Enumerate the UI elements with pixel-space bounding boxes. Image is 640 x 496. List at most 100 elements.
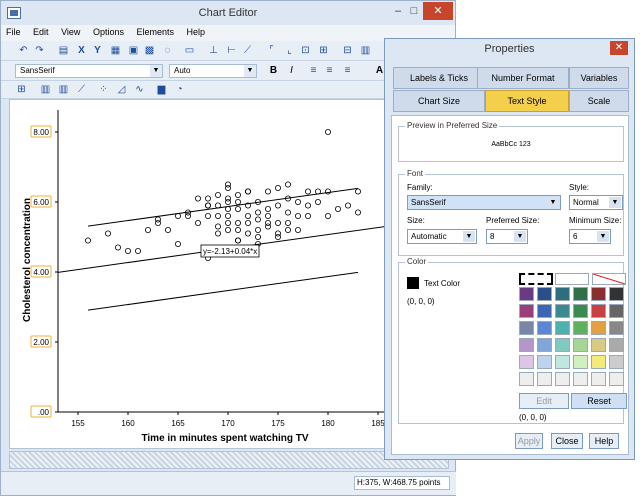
font-size-dropdown[interactable]: Auto ▼ bbox=[169, 64, 257, 78]
curve-icon[interactable]: ∿ bbox=[133, 83, 146, 96]
line-chart-icon[interactable]: ⟋ bbox=[75, 83, 88, 96]
tab-chart-size[interactable]: Chart Size bbox=[393, 90, 485, 112]
palette-swatch[interactable] bbox=[609, 355, 624, 369]
editor-close-icon[interactable]: ✕ bbox=[423, 2, 453, 20]
edit-color-button[interactable]: Edit bbox=[519, 393, 569, 409]
size-dropdown[interactable]: Automatic ▼ bbox=[407, 229, 477, 244]
palette-swatch[interactable] bbox=[519, 321, 534, 335]
palette-swatch[interactable] bbox=[537, 287, 552, 301]
italic-icon[interactable]: I bbox=[285, 64, 298, 77]
align-left-icon[interactable]: ≡ bbox=[307, 64, 320, 77]
reference-line-y-icon[interactable]: ⊢ bbox=[225, 44, 238, 57]
tab-labels-ticks[interactable]: Labels & Ticks bbox=[393, 67, 485, 89]
undo-icon[interactable]: ↶ bbox=[17, 44, 30, 57]
y-axis-icon[interactable]: Y bbox=[91, 44, 104, 57]
no-color-swatch[interactable] bbox=[519, 273, 553, 285]
table-icon[interactable]: ⊞ bbox=[15, 83, 28, 96]
palette-swatch[interactable] bbox=[609, 304, 624, 318]
palette-swatch[interactable] bbox=[537, 321, 552, 335]
data-label-icon[interactable]: ⊟ bbox=[341, 44, 354, 57]
grid-icon[interactable]: ▥ bbox=[359, 44, 372, 57]
editor-titlebar[interactable]: Chart Editor – □ ✕ bbox=[1, 1, 455, 25]
palette-swatch[interactable] bbox=[573, 372, 588, 386]
chart-canvas[interactable]: Cholesterol concentration Time in minute… bbox=[9, 99, 389, 449]
palette-swatch[interactable] bbox=[519, 355, 534, 369]
properties-icon[interactable]: ▤ bbox=[57, 44, 70, 57]
annotation-icon[interactable]: ⌜ bbox=[265, 44, 278, 57]
palette-swatch[interactable] bbox=[555, 372, 570, 386]
menu-view[interactable]: View bbox=[56, 25, 85, 37]
transparent-swatch[interactable] bbox=[592, 273, 626, 285]
palette-swatch[interactable] bbox=[573, 355, 588, 369]
palette-swatch[interactable] bbox=[573, 338, 588, 352]
maximize-icon[interactable]: □ bbox=[405, 2, 423, 20]
close-button[interactable]: Close bbox=[551, 433, 583, 449]
palette-swatch[interactable] bbox=[537, 355, 552, 369]
white-swatch[interactable] bbox=[555, 273, 589, 285]
palette-swatch[interactable] bbox=[555, 304, 570, 318]
area-icon[interactable]: ◿ bbox=[115, 83, 128, 96]
reference-line-x-icon[interactable]: ⊥ bbox=[207, 44, 220, 57]
palette-swatch[interactable] bbox=[609, 287, 624, 301]
tab-scale[interactable]: Scale bbox=[569, 90, 629, 112]
preferred-size-dropdown[interactable]: 8 ▼ bbox=[486, 229, 528, 244]
palette-swatch[interactable] bbox=[537, 372, 552, 386]
text-box-icon[interactable]: ▭ bbox=[183, 44, 196, 57]
legend-icon[interactable]: ⌞ bbox=[283, 44, 296, 57]
palette-swatch[interactable] bbox=[573, 321, 588, 335]
style-dropdown[interactable]: Normal ▼ bbox=[569, 195, 623, 210]
font-family-dropdown[interactable]: SansSerif ▼ bbox=[15, 64, 163, 78]
properties-close-icon[interactable]: ✕ bbox=[610, 41, 628, 55]
reset-color-button[interactable]: Reset bbox=[571, 393, 627, 409]
palette-swatch[interactable] bbox=[609, 321, 624, 335]
tab-number-format[interactable]: Number Format bbox=[477, 67, 569, 89]
palette-swatch[interactable] bbox=[591, 321, 606, 335]
palette-swatch[interactable] bbox=[519, 338, 534, 352]
palette-swatch[interactable] bbox=[591, 304, 606, 318]
palette-swatch[interactable] bbox=[591, 355, 606, 369]
apply-button[interactable]: Apply bbox=[515, 433, 543, 449]
x-axis-icon[interactable]: X bbox=[75, 44, 88, 57]
select-icon[interactable]: ▣ bbox=[127, 44, 140, 57]
palette-swatch[interactable] bbox=[537, 304, 552, 318]
stacked-bar-icon[interactable]: ▥ bbox=[57, 83, 70, 96]
palette-swatch[interactable] bbox=[555, 355, 570, 369]
menu-file[interactable]: File bbox=[1, 25, 26, 37]
palette-swatch[interactable] bbox=[573, 304, 588, 318]
lasso-icon[interactable]: ◌ bbox=[161, 44, 174, 57]
palette-swatch[interactable] bbox=[519, 372, 534, 386]
fit-line-icon[interactable]: ⟋ bbox=[241, 44, 254, 57]
bold-icon[interactable]: B bbox=[267, 64, 280, 77]
palette-swatch[interactable] bbox=[609, 372, 624, 386]
pie-icon[interactable]: ◔ bbox=[173, 83, 186, 96]
scatter-icon[interactable]: ⁘ bbox=[97, 83, 110, 96]
help-button[interactable]: Help bbox=[589, 433, 619, 449]
menu-help[interactable]: Help bbox=[182, 25, 211, 37]
palette-swatch[interactable] bbox=[555, 287, 570, 301]
palette-swatch[interactable] bbox=[609, 338, 624, 352]
palette-swatch[interactable] bbox=[537, 338, 552, 352]
fill-icon[interactable]: ▩ bbox=[143, 44, 156, 57]
minimum-size-dropdown[interactable]: 6 ▼ bbox=[569, 229, 611, 244]
menu-edit[interactable]: Edit bbox=[28, 25, 54, 37]
chart-icon[interactable]: ▦ bbox=[109, 44, 122, 57]
align-center-icon[interactable]: ≡ bbox=[323, 64, 336, 77]
redo-icon[interactable]: ↷ bbox=[33, 44, 46, 57]
palette-swatch[interactable] bbox=[555, 321, 570, 335]
palette-swatch[interactable] bbox=[555, 338, 570, 352]
menu-options[interactable]: Options bbox=[88, 25, 129, 37]
family-dropdown[interactable]: SansSerif ▼ bbox=[407, 195, 561, 210]
palette-swatch[interactable] bbox=[591, 372, 606, 386]
tab-variables[interactable]: Variables bbox=[569, 67, 629, 89]
palette-swatch[interactable] bbox=[519, 304, 534, 318]
footnote-icon[interactable]: ⊞ bbox=[317, 44, 330, 57]
bar-chart-icon[interactable]: ▥ bbox=[39, 83, 52, 96]
tab-text-style[interactable]: Text Style bbox=[485, 90, 569, 112]
palette-swatch[interactable] bbox=[519, 287, 534, 301]
align-right-icon[interactable]: ≡ bbox=[341, 64, 354, 77]
menu-elements[interactable]: Elements bbox=[131, 25, 179, 37]
text-color-swatch[interactable] bbox=[407, 277, 419, 289]
palette-swatch[interactable] bbox=[591, 287, 606, 301]
title-icon[interactable]: ⊡ bbox=[299, 44, 312, 57]
palette-swatch[interactable] bbox=[573, 287, 588, 301]
